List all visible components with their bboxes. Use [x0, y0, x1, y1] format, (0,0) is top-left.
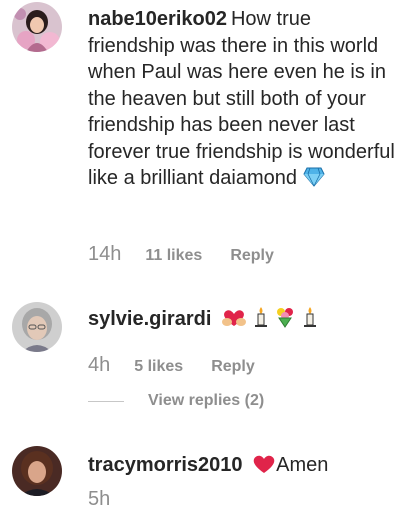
gem-icon: [302, 167, 325, 195]
comment-meta: 4h 5 likes Reply: [88, 354, 255, 377]
comment-body: How true friendship was there in this wo…: [88, 8, 395, 189]
comment-body: Amen: [276, 454, 329, 476]
comment-username[interactable]: nabe10eriko02: [88, 8, 227, 30]
view-replies-button[interactable]: View replies (2): [88, 392, 264, 410]
replies-divider: [88, 400, 124, 402]
comment-time[interactable]: 5h: [88, 488, 110, 511]
avatar[interactable]: [12, 302, 62, 352]
candle-icon: [253, 306, 269, 336]
avatar[interactable]: [12, 2, 62, 52]
comment-meta: 14h 11 likes Reply: [88, 243, 274, 266]
bouquet-icon: [274, 306, 296, 336]
comment-text: tracymorris2010 Amen: [88, 452, 402, 482]
reply-button[interactable]: Reply: [211, 358, 255, 376]
comment-text: sylvie.girardi: [88, 306, 402, 336]
comment-time[interactable]: 4h: [88, 354, 110, 377]
comment-likes[interactable]: 5 likes: [134, 358, 183, 376]
candle-icon: [302, 306, 318, 336]
comment-text: nabe10eriko02 How true friendship was the…: [88, 6, 402, 195]
view-replies-label[interactable]: View replies (2): [148, 392, 264, 410]
reply-button[interactable]: Reply: [230, 247, 274, 265]
comment-time[interactable]: 14h: [88, 243, 121, 266]
avatar[interactable]: [12, 446, 62, 496]
comment-username[interactable]: sylvie.girardi: [88, 308, 211, 330]
comment-likes[interactable]: 11 likes: [145, 247, 202, 265]
heart-hands-icon: [221, 308, 247, 336]
red-heart-icon: [252, 454, 276, 482]
comment-username[interactable]: tracymorris2010: [88, 454, 243, 476]
